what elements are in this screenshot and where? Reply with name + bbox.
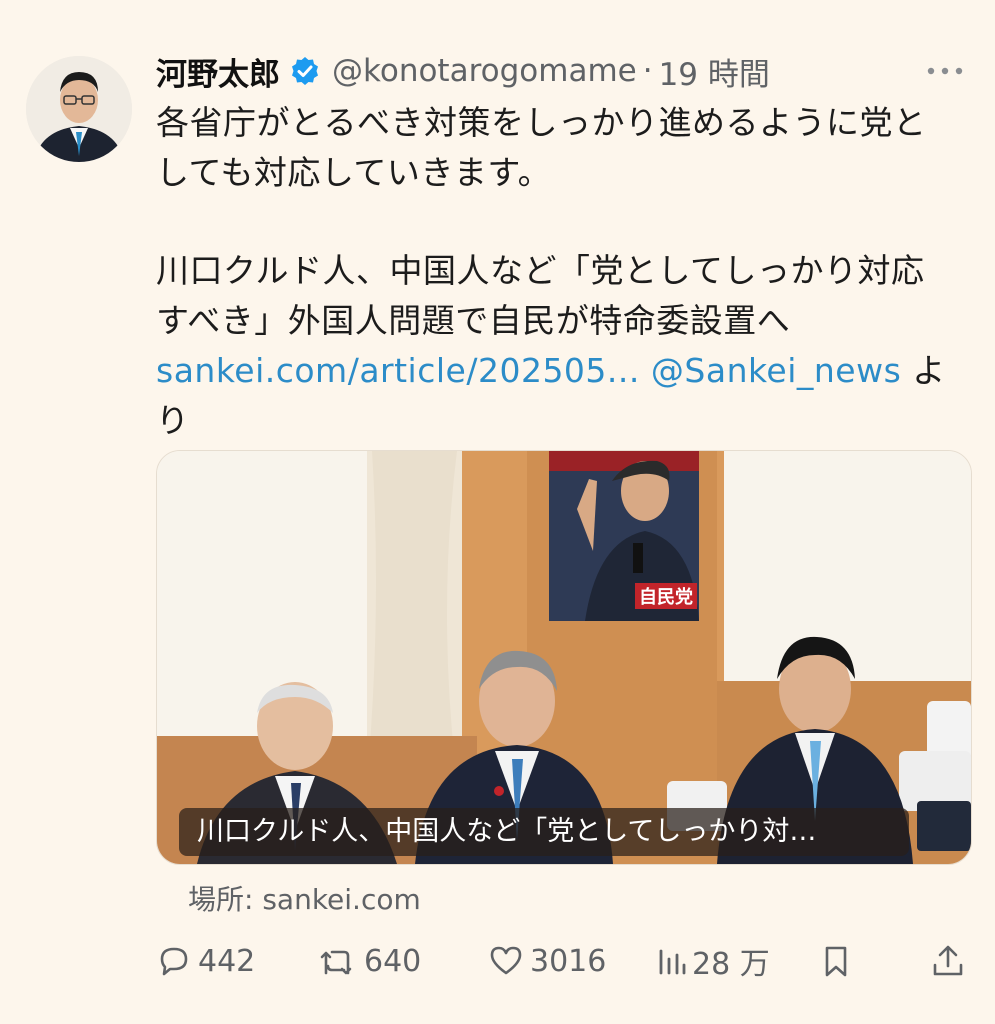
repost-button[interactable]: 640 (318, 936, 421, 986)
article-photo: 自民党 (157, 451, 971, 864)
quoted-headline-line: 川口クルド人、中国人など「党としてしっかり対応 (156, 251, 925, 290)
tweet-text-line: しても対応していきます。 (156, 153, 552, 192)
bookmark-button[interactable] (821, 936, 857, 986)
poster: 自民党 (549, 451, 699, 621)
reply-count: 442 (198, 943, 256, 979)
tweet-text-suffix: よ (912, 351, 946, 390)
bookmark-icon (825, 946, 847, 977)
link-line: sankei.com/article/202505... @Sankei_new… (156, 346, 956, 396)
action-bar: 442 640 3016 28 万 (156, 936, 970, 986)
tweet-text-line: り (156, 401, 190, 440)
views-count: 28 万 (692, 947, 770, 982)
like-button[interactable]: 3016 (488, 936, 606, 986)
tweet-timestamp[interactable]: 19 時間 (659, 49, 770, 94)
heart-icon (490, 946, 522, 975)
views-button[interactable]: 28 万 (656, 936, 770, 986)
reply-button[interactable]: 442 (156, 936, 255, 986)
repost-count: 640 (364, 943, 422, 979)
tweet: 河野太郎 @konotarogomame · 19 時間 各省庁がとるべき対策を… (0, 0, 995, 1024)
reply-icon (160, 947, 188, 976)
quoted-headline-line: すべき」外国人問題で自民が特命委設置へ (156, 301, 791, 340)
card-caption: 川口クルド人、中国人など「党としてしっかり対… (179, 808, 909, 856)
avatar[interactable] (26, 56, 132, 162)
repost-icon (320, 950, 352, 975)
link-source[interactable]: 場所: sankei.com (188, 878, 421, 918)
poster-text: 自民党 (639, 586, 693, 608)
share-icon (933, 945, 963, 976)
tweet-body: 各省庁がとるべき対策をしっかり進めるように党と しても対応していきます。 川口ク… (156, 98, 956, 446)
tweet-header: 河野太郎 @konotarogomame · 19 時間 (156, 48, 975, 94)
share-button[interactable] (931, 936, 971, 986)
author-handle[interactable]: @konotarogomame (332, 53, 637, 89)
mention-link[interactable]: @Sankei_news (651, 351, 901, 390)
author-name[interactable]: 河野太郎 (156, 49, 280, 94)
views-chart-icon (659, 949, 686, 975)
verified-badge-icon (290, 56, 320, 86)
tweet-text-line: 各省庁がとるべき対策をしっかり進めるように党と (156, 103, 927, 142)
like-count: 3016 (530, 943, 607, 979)
avatar-portrait (26, 56, 132, 162)
article-link[interactable]: sankei.com/article/202505... (156, 351, 640, 390)
more-options-icon[interactable] (925, 56, 965, 86)
link-preview-card[interactable]: 自民党 川口クルド人、中国人など「党としてしっかり対… (156, 450, 972, 865)
header-separator: · (642, 53, 653, 89)
